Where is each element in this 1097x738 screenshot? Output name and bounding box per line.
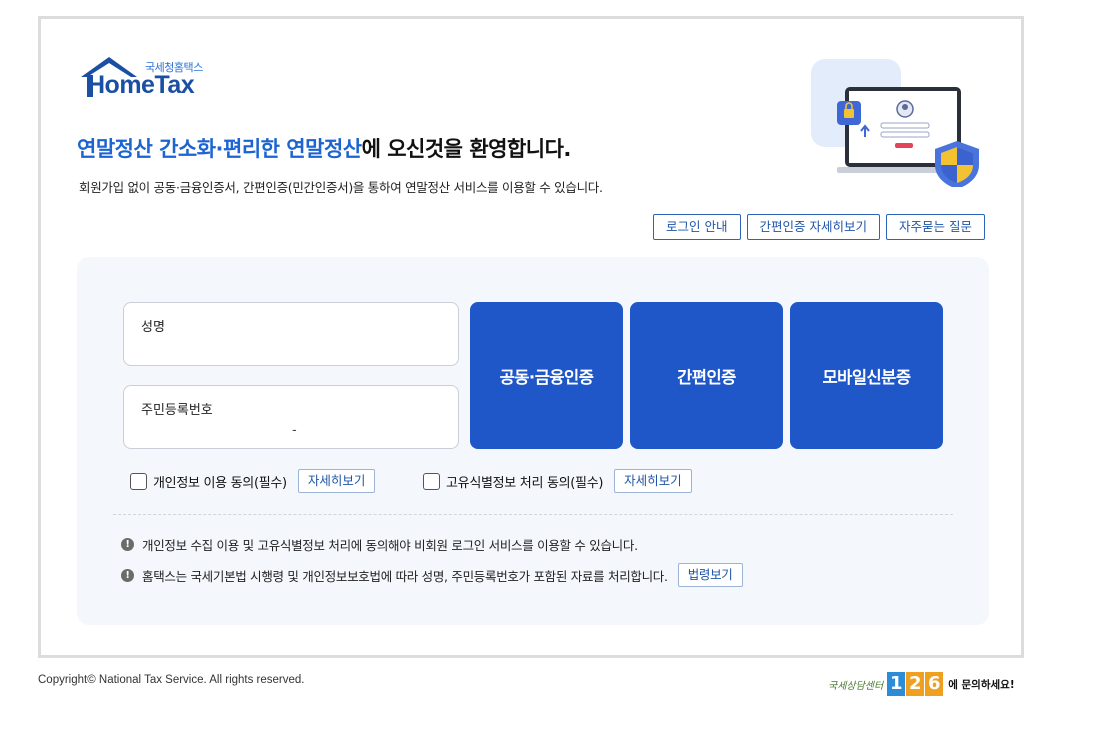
rrn-field[interactable]: 주민등록번호 - bbox=[123, 385, 459, 449]
call-center-digit: 1 bbox=[887, 672, 906, 696]
privacy-agreement-checkbox[interactable] bbox=[130, 472, 147, 490]
page-title: 연말정산 간소화·편리한 연말정산에 오신것을 환영합니다. bbox=[77, 133, 571, 163]
login-guide-button[interactable]: 로그인 안내 bbox=[653, 214, 741, 240]
privacy-detail-button[interactable]: 자세히보기 bbox=[297, 469, 376, 493]
hometax-logo[interactable]: 국세청홈택스 HomeTax bbox=[79, 55, 219, 103]
logo-brand-text: HomeTax bbox=[87, 71, 195, 99]
call-center-digit: 2 bbox=[906, 672, 925, 696]
login-panel: 성명 주민등록번호 - 공동·금융인증 간편인증 모바일신분증 개인정보 이용 … bbox=[77, 257, 989, 625]
copyright: Copyright© National Tax Service. All rig… bbox=[38, 674, 305, 686]
call-center-label: 국세상담센터 bbox=[828, 680, 884, 692]
page-title-highlight: 연말정산 간소화·편리한 연말정산 bbox=[77, 137, 362, 161]
exclamation-icon: ! bbox=[121, 568, 134, 582]
mobile-id-button[interactable]: 모바일신분증 bbox=[790, 302, 943, 449]
faq-button[interactable]: 자주묻는 질문 bbox=[886, 214, 985, 240]
call-center-digit: 6 bbox=[925, 672, 944, 696]
exclamation-icon: ! bbox=[121, 538, 134, 551]
page-title-rest: 에 오신것을 환영합니다. bbox=[361, 137, 572, 161]
notice-text: 홈택스는 국세기본법 시행령 및 개인정보보호법에 따라 성명, 주민등록번호가… bbox=[142, 568, 668, 584]
rrn-separator: - bbox=[292, 423, 297, 438]
unique-id-detail-button[interactable]: 자세히보기 bbox=[614, 469, 692, 493]
unique-id-agreement: 고유식별정보 처리 동의(필수) 자세히보기 bbox=[423, 469, 692, 493]
notice-item: ! 개인정보 수집 이용 및 고유식별정보 처리에 동의해야 비회원 로그인 서… bbox=[121, 535, 638, 554]
simple-auth-detail-button[interactable]: 간편인증 자세히보기 bbox=[746, 214, 881, 240]
top-links: 로그인 안내 간편인증 자세히보기 자주묻는 질문 bbox=[653, 214, 985, 240]
notice-item: ! 홈택스는 국세기본법 시행령 및 개인정보보호법에 따라 성명, 주민등록번… bbox=[121, 563, 743, 587]
call-center-banner: 국세상담센터 1 2 6 에 문의하세요! bbox=[828, 672, 1015, 696]
notice-text: 개인정보 수집 이용 및 고유식별정보 처리에 동의해야 비회원 로그인 서비스… bbox=[142, 538, 638, 553]
page-subtitle: 회원가입 없이 공동·금융인증서, 간편인증(민간인증서)을 통하여 연말정산 … bbox=[79, 180, 603, 195]
login-frame: 국세청홈택스 HomeTax 연말정산 간소화·편리한 연말정산에 오신것을 환… bbox=[38, 16, 1024, 658]
name-field-label: 성명 bbox=[141, 320, 165, 335]
simple-auth-button[interactable]: 간편인증 bbox=[630, 302, 783, 449]
law-view-button[interactable]: 법령보기 bbox=[677, 563, 743, 587]
privacy-agreement-label[interactable]: 개인정보 이용 동의(필수) bbox=[153, 472, 287, 491]
dashed-divider bbox=[113, 514, 953, 515]
joint-financial-cert-button[interactable]: 공동·금융인증 bbox=[470, 302, 623, 449]
privacy-agreement: 개인정보 이용 동의(필수) 자세히보기 bbox=[130, 469, 376, 493]
name-field[interactable]: 성명 bbox=[123, 302, 459, 366]
rrn-field-label: 주민등록번호 bbox=[141, 403, 213, 418]
unique-id-agreement-checkbox[interactable] bbox=[423, 472, 440, 490]
call-center-suffix: 에 문의하세요! bbox=[948, 678, 1015, 691]
unique-id-agreement-label[interactable]: 고유식별정보 처리 동의(필수) bbox=[446, 472, 603, 491]
laptop-shield-illustration bbox=[809, 57, 985, 189]
